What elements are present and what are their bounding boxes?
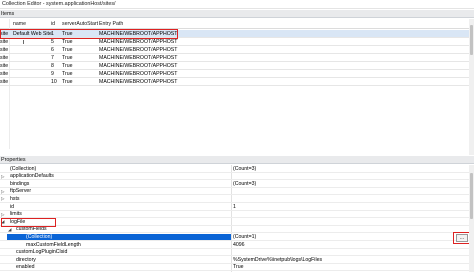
property-name: applicationDefaults: [10, 173, 54, 180]
property-value: True: [233, 264, 244, 271]
property-row[interactable]: (Collection) (Count=3): [0, 165, 469, 173]
property-value: 1: [233, 203, 236, 210]
cell-id: 9: [51, 71, 54, 77]
window-title: Collection Editor - system.applicationHo…: [2, 1, 116, 7]
properties-scrollbar[interactable]: [469, 165, 474, 272]
name-hidden-icon: [23, 40, 26, 44]
property-row[interactable]: directory %SystemDrive%\inetpub\logs\Log…: [0, 256, 469, 264]
property-name: maxCustomFieldLength: [26, 241, 81, 248]
cell-auto-start: True: [62, 63, 73, 69]
property-row[interactable]: id 1: [0, 203, 469, 211]
property-row[interactable]: ▷ limits: [0, 211, 469, 219]
cell-auto-start: True: [62, 39, 73, 45]
items-grid-header: name id serverAutoStart Entry Path: [0, 19, 470, 29]
properties-scrollbar-thumb[interactable]: [470, 173, 473, 219]
cell-site: site: [0, 63, 9, 69]
items-scrollbar[interactable]: [469, 19, 474, 155]
expand-arrow-icon[interactable]: ▷: [1, 196, 5, 202]
property-name: hsts: [10, 195, 20, 202]
property-row-logfile[interactable]: ◢ logFile: [0, 218, 469, 226]
table-row[interactable]: site 9 True MACHINE/WEBROOT/APPHOST: [0, 70, 470, 78]
expand-arrow-icon[interactable]: ▷: [1, 189, 5, 195]
property-value: %SystemDrive%\inetpub\logs\LogFiles: [233, 256, 323, 263]
table-row[interactable]: site 8 True MACHINE/WEBROOT/APPHOST: [0, 62, 470, 70]
property-row-selected[interactable]: (Collection) (Count=1): [0, 233, 469, 241]
items-section-title: Items: [1, 11, 15, 17]
property-name: customFields: [16, 226, 47, 233]
items-scrollbar-thumb[interactable]: [470, 25, 473, 55]
cell-auto-start: True: [62, 71, 73, 77]
property-value: (Count=3): [233, 180, 257, 187]
expand-arrow-icon[interactable]: ▷: [1, 212, 5, 218]
property-name: enabled: [16, 264, 35, 271]
property-name: (Collection): [7, 233, 231, 240]
col-name[interactable]: name: [13, 21, 26, 27]
property-name: ftpServer: [10, 188, 32, 195]
cell-auto-start: True: [62, 55, 73, 61]
property-name: bindings: [10, 180, 30, 187]
cell-entry-path: MACHINE/WEBROOT/APPHOST: [99, 39, 178, 45]
table-row[interactable]: site 6 True MACHINE/WEBROOT/APPHOST: [0, 46, 470, 54]
cell-site: site: [0, 55, 9, 61]
property-row-custom-fields[interactable]: ◢ customFields: [0, 226, 469, 234]
col-entry-path[interactable]: Entry Path: [99, 21, 123, 27]
table-row[interactable]: site 10 True MACHINE/WEBROOT/APPHOST: [0, 78, 470, 86]
property-row[interactable]: enabled True: [0, 264, 469, 272]
cell-entry-path: MACHINE/WEBROOT/APPHOST: [99, 63, 178, 69]
cell-id: 10: [51, 79, 57, 85]
col-server-auto-start[interactable]: serverAutoStart: [62, 21, 98, 27]
property-name: id: [10, 203, 15, 210]
collapse-arrow-icon[interactable]: ◢: [8, 227, 12, 233]
ellipsis-highlight: [453, 232, 470, 244]
table-row[interactable]: site 5 True MACHINE/WEBROOT/APPHOST: [0, 38, 470, 46]
items-section-header: Items: [0, 10, 474, 18]
table-row[interactable]: site 7 True MACHINE/WEBROOT/APPHOST: [0, 54, 470, 62]
cell-entry-path: MACHINE/WEBROOT/APPHOST: [99, 71, 178, 77]
cell-auto-start: True: [62, 47, 73, 53]
property-row[interactable]: ▷ ftpServer: [0, 188, 469, 196]
cell-id: 6: [51, 47, 54, 53]
cell-site: site: [0, 39, 9, 45]
cell-auto-start: True: [62, 79, 73, 85]
property-value: 4096: [233, 241, 245, 248]
property-value: (Count=3): [233, 165, 257, 172]
cell-site: site: [0, 79, 9, 85]
window-titlebar: Collection Editor - system.applicationHo…: [0, 0, 474, 9]
property-value: (Count=1): [233, 233, 257, 240]
property-row[interactable]: customLogPluginClsid: [0, 249, 469, 257]
property-row[interactable]: bindings (Count=3): [0, 180, 469, 188]
cell-site: site: [0, 71, 9, 77]
property-name: limits: [10, 211, 22, 218]
properties-section-title: Properties: [1, 157, 26, 163]
property-row[interactable]: ▷ applicationDefaults: [0, 173, 469, 181]
cell-site: site: [0, 47, 9, 53]
property-row[interactable]: ▷ hsts: [0, 195, 469, 203]
property-name: customLogPluginClsid: [16, 249, 68, 256]
cell-entry-path: MACHINE/WEBROOT/APPHOST: [99, 79, 178, 85]
col-id[interactable]: id: [51, 21, 55, 27]
cell-id: 8: [51, 63, 54, 69]
property-name: (Collection): [10, 165, 37, 172]
selected-row-highlight: [0, 29, 178, 39]
cell-entry-path: MACHINE/WEBROOT/APPHOST: [99, 47, 178, 53]
cell-id: 5: [51, 39, 54, 45]
properties-section-header: Properties: [0, 156, 474, 164]
logfile-highlight: [1, 218, 56, 227]
expand-arrow-icon[interactable]: ▷: [1, 174, 5, 180]
property-name: directory: [16, 256, 36, 263]
cell-entry-path: MACHINE/WEBROOT/APPHOST: [99, 55, 178, 61]
property-row[interactable]: maxCustomFieldLength 4096: [0, 241, 469, 249]
cell-id: 7: [51, 55, 54, 61]
